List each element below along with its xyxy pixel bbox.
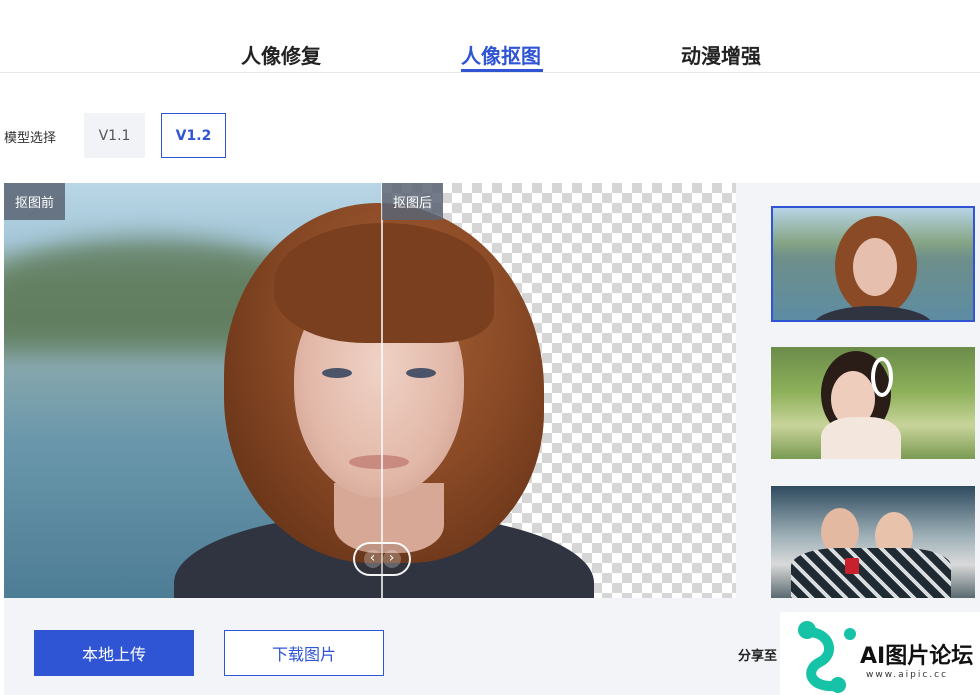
sample-thumbnail-1[interactable]: [771, 206, 975, 322]
sample-thumbnail-2[interactable]: [771, 347, 975, 459]
download-image-button[interactable]: 下载图片: [224, 630, 384, 676]
thumb-headphones: [871, 357, 893, 397]
thumb-body: [821, 417, 901, 459]
thumb-face: [853, 238, 897, 296]
watermark-title: AI图片论坛: [860, 644, 974, 669]
tab-bar: 人像修复 人像抠图 动漫增强: [0, 0, 980, 73]
tab-portrait-restore[interactable]: 人像修复: [241, 40, 321, 69]
tab-anime-enhance[interactable]: 动漫增强: [681, 40, 761, 69]
chevron-left-icon: ‹: [363, 550, 382, 568]
page-root: 人像修复 人像抠图 动漫增强 模型选择 V1.1 V1.2 ‹ › 抠图前 抠图…: [0, 0, 980, 695]
compare-divider[interactable]: [381, 183, 383, 598]
model-option-v1-1[interactable]: V1.1: [84, 113, 145, 158]
compare-slider-handle[interactable]: ‹ ›: [353, 542, 411, 576]
thumb-mug: [845, 558, 859, 574]
site-watermark: AI图片论坛 www.aipic.cc: [780, 612, 980, 695]
after-badge: 抠图后: [382, 183, 444, 220]
sample-thumbnail-3[interactable]: [771, 486, 975, 598]
active-tab-underline: [461, 69, 543, 72]
after-image-transparent: [382, 183, 736, 598]
background-hill: [4, 238, 314, 348]
tab-portrait-cutout[interactable]: 人像抠图: [461, 40, 541, 69]
model-option-v1-2[interactable]: V1.2: [161, 113, 226, 158]
model-select-label: 模型选择: [4, 131, 57, 146]
compare-viewer[interactable]: ‹ › 抠图前 抠图后: [4, 183, 736, 598]
before-image: [4, 183, 382, 598]
share-label: 分享至: [738, 649, 778, 664]
upload-local-button[interactable]: 本地上传: [34, 630, 194, 676]
chevron-right-icon: ›: [382, 550, 401, 568]
thumb-jacket: [791, 548, 951, 598]
watermark-url: www.aipic.cc: [866, 670, 949, 680]
thumb-shoulders: [813, 306, 933, 320]
aipic-logo-icon: [798, 621, 856, 693]
before-badge: 抠图前: [4, 183, 66, 220]
